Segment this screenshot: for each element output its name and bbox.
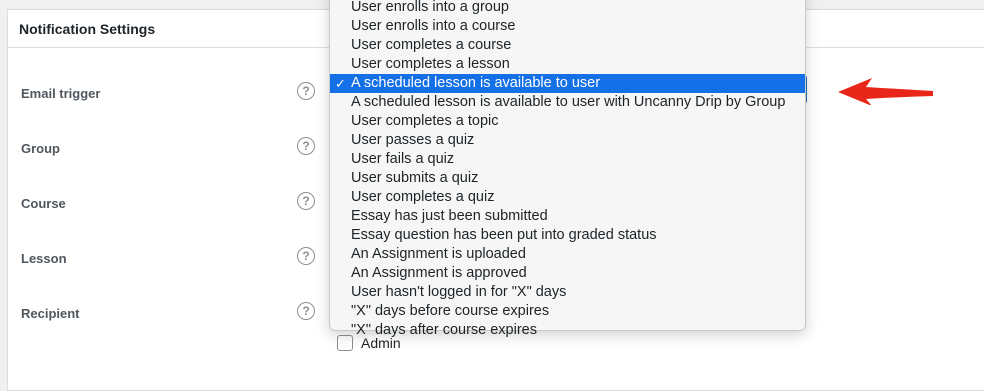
help-icon[interactable]: ? xyxy=(297,82,315,100)
dropdown-option-label: A scheduled lesson is available to user xyxy=(351,75,601,91)
dropdown-option[interactable]: User completes a quiz xyxy=(330,188,805,207)
dropdown-option[interactable]: User passes a quiz xyxy=(330,131,805,150)
dropdown-option[interactable]: An Assignment is approved xyxy=(330,264,805,283)
panel-title: Notification Settings xyxy=(19,20,156,37)
dropdown-option[interactable]: ✓ A scheduled lesson is available to user xyxy=(330,74,805,93)
email-trigger-label: Email trigger xyxy=(21,86,101,101)
dropdown-option-label: User completes a quiz xyxy=(351,189,495,205)
dropdown-option[interactable]: User hasn't logged in for "X" days xyxy=(330,283,805,302)
dropdown-option-label: Essay question has been put into graded … xyxy=(351,227,657,243)
dropdown-option-label: "X" days after course expires xyxy=(351,322,537,338)
checkmark-icon: ✓ xyxy=(335,76,346,91)
dropdown-option-label: A scheduled lesson is available to user … xyxy=(351,94,786,110)
lesson-label: Lesson xyxy=(21,251,67,266)
dropdown-option[interactable]: "X" days after course expires xyxy=(330,321,805,340)
dropdown-option-label: User enrolls into a group xyxy=(351,0,509,15)
help-icon[interactable]: ? xyxy=(297,192,315,210)
dropdown-option-label: "X" days before course expires xyxy=(351,303,550,319)
dropdown-option[interactable]: User completes a topic xyxy=(330,112,805,131)
dropdown-option-label: User fails a quiz xyxy=(351,151,455,167)
help-icon[interactable]: ? xyxy=(297,302,315,320)
email-trigger-dropdown-list[interactable]: User enrolls into a group User enrolls in… xyxy=(329,0,806,338)
dropdown-option-label: Essay has just been submitted xyxy=(351,208,548,224)
dropdown-option[interactable]: An Assignment is uploaded xyxy=(330,245,805,264)
dropdown-option[interactable]: User submits a quiz xyxy=(330,169,805,188)
red-arrow-pointer-icon xyxy=(838,78,933,105)
help-icon[interactable]: ? xyxy=(297,247,315,265)
dropdown-option[interactable]: User completes a lesson xyxy=(330,55,805,74)
dropdown-option[interactable]: User enrolls into a group xyxy=(330,0,805,17)
dropdown-option-label: An Assignment is uploaded xyxy=(351,246,526,262)
dropdown-option[interactable]: User fails a quiz xyxy=(330,150,805,169)
dropdown-option-label: User completes a topic xyxy=(351,113,499,129)
dropdown-option-label: User hasn't logged in for "X" days xyxy=(351,284,567,300)
dropdown-option-label: User completes a lesson xyxy=(351,56,510,72)
dropdown-option[interactable]: Essay question has been put into graded … xyxy=(330,226,805,245)
dropdown-option[interactable]: A scheduled lesson is available to user … xyxy=(330,93,805,112)
dropdown-option-label: User passes a quiz xyxy=(351,132,475,148)
course-label: Course xyxy=(21,196,66,211)
dropdown-option[interactable]: User completes a course xyxy=(330,36,805,55)
help-icon[interactable]: ? xyxy=(297,137,315,155)
dropdown-option-label: User enrolls into a course xyxy=(351,18,516,34)
group-label: Group xyxy=(21,141,60,156)
dropdown-option[interactable]: "X" days before course expires xyxy=(330,302,805,321)
dropdown-option-label: User completes a course xyxy=(351,37,512,53)
dropdown-option[interactable]: User enrolls into a course xyxy=(330,17,805,36)
arrow-shape xyxy=(838,78,933,105)
dropdown-option-label: User submits a quiz xyxy=(351,170,479,186)
dropdown-option-label: An Assignment is approved xyxy=(351,265,527,281)
recipient-label: Recipient xyxy=(21,306,80,321)
dropdown-option[interactable]: Essay has just been submitted xyxy=(330,207,805,226)
